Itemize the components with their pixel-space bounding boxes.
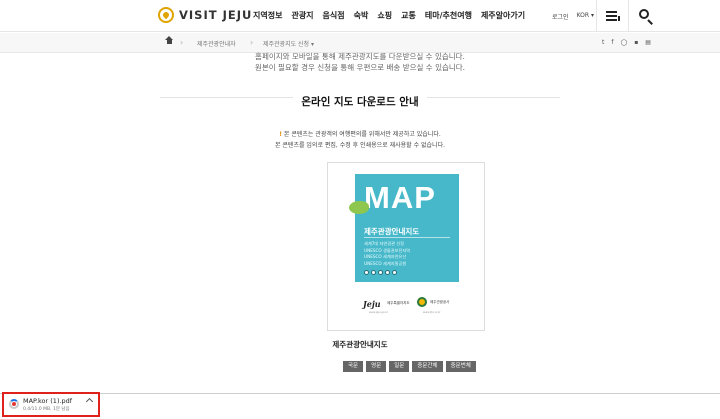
download-chinese-traditional-button[interactable]: 중문번체	[445, 361, 476, 372]
nav-item-transport[interactable]: 교통	[401, 10, 416, 21]
nav-item-lodging[interactable]: 숙박	[354, 10, 369, 21]
chevron-right-icon: ›	[180, 38, 184, 47]
chevron-up-icon[interactable]	[85, 397, 94, 406]
main-nav: 지역정보 관광지 음식점 숙박 쇼핑 교통 테마/추천여행 제주알아가기	[253, 10, 534, 21]
header-divider	[596, 0, 597, 32]
header-divider	[628, 0, 629, 32]
site-logo[interactable]: VISIT JEJU	[158, 7, 252, 23]
nav-item-region[interactable]: 지역정보	[253, 10, 282, 21]
intro-line: 홈페이지와 모바일을 통해 제주관광지도를 다운받으실 수 있습니다.	[255, 52, 465, 61]
print-icon[interactable]: ▤	[645, 39, 651, 46]
breadcrumb-item-current[interactable]: 제주관광지도 신청 ▾	[263, 39, 314, 48]
login-link[interactable]: 로그인	[552, 12, 569, 21]
cover-panel: MAP 제주관광안내지도 세계7대 자연경관 선정 UNESCO 생물권보전지역…	[349, 174, 459, 282]
download-bar	[0, 393, 720, 419]
share-tools: t f ◯ ▪ ▤	[602, 39, 651, 46]
download-progress-icon	[9, 399, 19, 409]
utility-links: 로그인 KOR ▾	[552, 12, 594, 21]
menu-icon[interactable]	[604, 8, 622, 24]
home-icon[interactable]	[165, 36, 173, 46]
language-select[interactable]: KOR ▾	[577, 12, 594, 21]
notice-line: 본 콘텐츠를 임의로 편집, 수정 후 인쇄용으로 재사용할 수 없습니다.	[274, 142, 446, 149]
download-korean-button[interactable]: 국문	[343, 361, 364, 372]
notice-line: ! 본 콘텐츠는 관광객의 여행편의를 위해서만 제공하고 있습니다.	[279, 131, 441, 138]
facebook-icon[interactable]: f	[611, 39, 613, 46]
cover-title: 제주관광안내지도	[364, 227, 420, 236]
section-title: 온라인 지도 다운로드 안내	[0, 90, 720, 109]
twitter-icon[interactable]: t	[602, 39, 604, 46]
chevron-right-icon: ›	[250, 38, 254, 47]
nav-item-theme-travel[interactable]: 테마/추천여행	[425, 10, 472, 21]
download-item[interactable]: MAP.kor (1).pdf 0.4/11.0 MB, 1분 남음	[2, 392, 100, 417]
download-chinese-simplified-button[interactable]: 중문간체	[412, 361, 443, 372]
jeju-island-icon	[349, 201, 369, 214]
language-download-buttons: 국문 영문 일문 중문간체 중문번체	[343, 361, 476, 372]
unesco-badges-icon	[364, 270, 397, 275]
nav-item-attractions[interactable]: 관광지	[291, 10, 313, 21]
kakao-icon[interactable]: ◯	[620, 39, 627, 46]
download-english-button[interactable]: 영문	[366, 361, 387, 372]
cover-rule	[364, 237, 450, 238]
intro-line: 원본이 필요할 경우 신청을 통해 우편으로 배송 받으실 수 있습니다.	[254, 63, 466, 72]
search-icon[interactable]	[638, 8, 654, 25]
download-status: 0.4/11.0 MB, 1분 남음	[23, 407, 70, 412]
bookmark-icon[interactable]: ▪	[634, 39, 638, 46]
nav-item-shopping[interactable]: 쇼핑	[377, 10, 392, 21]
jeju-province-logo: Jeju	[363, 299, 381, 309]
nav-item-restaurants[interactable]: 음식점	[323, 10, 345, 21]
breadcrumb-item[interactable]: 제주관광안내자	[197, 39, 236, 48]
cover-list: 세계7대 자연경관 선정 UNESCO 생물권보전지역 UNESCO 세계자연유…	[364, 241, 411, 266]
map-cover-image[interactable]: MAP 제주관광안내지도 세계7대 자연경관 선정 UNESCO 생물권보전지역…	[349, 174, 459, 318]
download-file-name: MAP.kor (1).pdf	[23, 397, 73, 405]
jeju-logo-icon	[158, 7, 174, 23]
map-caption: 제주관광안내지도	[332, 340, 388, 349]
cover-map-text: MAP	[364, 180, 436, 215]
breadcrumb: › 제주관광안내자 › 제주관광지도 신청 ▾ t f ◯ ▪ ▤	[0, 33, 720, 53]
download-japanese-button[interactable]: 일문	[389, 361, 410, 372]
logo-text: VISIT JEJU	[179, 8, 253, 22]
jeju-tourism-logo-icon	[417, 297, 427, 307]
nav-item-about-jeju[interactable]: 제주알아가기	[481, 10, 525, 21]
site-header: VISIT JEJU 지역정보 관광지 음식점 숙박 쇼핑 교통 테마/추천여행…	[0, 0, 720, 32]
cover-footer: Jeju 제주특별자치도 제주관광공사 www.jeju.go.kr www.i…	[355, 282, 459, 318]
